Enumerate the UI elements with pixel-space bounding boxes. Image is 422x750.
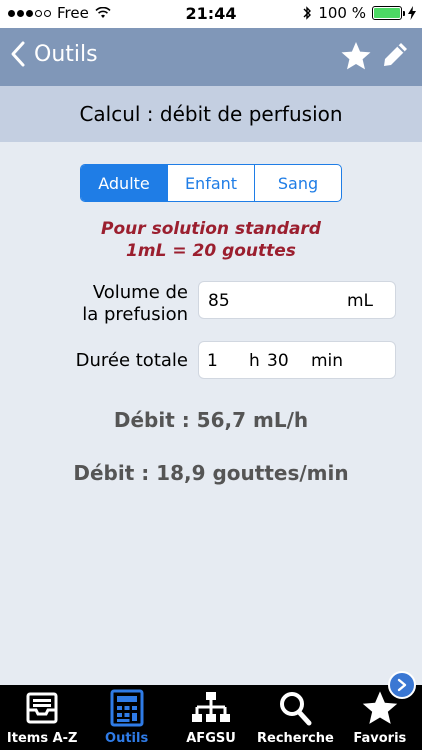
duree-label: Durée totale	[75, 350, 188, 371]
battery-label: 100 %	[318, 4, 366, 22]
back-button[interactable]: Outils	[10, 40, 98, 68]
status-right: 100 %	[302, 4, 416, 22]
duree-minutes-value: 30	[267, 351, 289, 371]
search-icon	[280, 692, 312, 726]
page-title: Calcul : débit de perfusion	[0, 86, 422, 142]
next-button[interactable]	[388, 671, 416, 699]
duree-field[interactable]: 1 h 30 min	[198, 341, 396, 379]
result-debit-gouttes: Débit : 18,9 gouttes/min	[73, 461, 349, 485]
tab-afgsu[interactable]: AFGSU	[169, 685, 253, 750]
bluetooth-icon	[303, 6, 312, 20]
tab-label-recherche: Recherche	[257, 731, 334, 746]
nav-bar: Outils	[0, 28, 422, 86]
volume-label-line-1: Volume de	[92, 282, 188, 303]
star-icon	[341, 42, 371, 70]
favorite-button[interactable]	[340, 40, 372, 76]
back-label: Outils	[34, 41, 98, 67]
patient-type-segmented-control: Adulte Enfant Sang	[80, 164, 342, 202]
chevron-left-icon	[11, 41, 25, 67]
standard-solution-notice: Pour solution standard 1mL = 20 gouttes	[0, 218, 422, 262]
calculator-icon	[110, 689, 144, 727]
segment-adulte[interactable]: Adulte	[81, 165, 168, 201]
segment-sang[interactable]: Sang	[255, 165, 341, 201]
result-debit-ml: Débit : 56,7 mL/h	[113, 408, 309, 432]
battery-icon	[372, 6, 405, 20]
tab-items-a-z[interactable]: Items A-Z	[0, 685, 84, 750]
status-bar: Free 21:44 100 %	[0, 0, 422, 28]
tab-label-favoris: Favoris	[353, 731, 407, 746]
tab-outils[interactable]: Outils	[84, 685, 168, 750]
pencil-icon	[384, 43, 407, 66]
chevron-right-icon	[397, 678, 407, 692]
volume-field[interactable]: 85 mL	[198, 281, 396, 319]
duree-hours-unit: h	[249, 351, 260, 371]
tab-label-outils: Outils	[105, 731, 149, 746]
inbox-icon	[26, 692, 58, 724]
hierarchy-icon	[192, 692, 231, 722]
volume-unit: mL	[347, 291, 374, 311]
tab-recherche[interactable]: Recherche	[253, 685, 337, 750]
tab-label-afgsu: AFGSU	[186, 731, 236, 746]
charging-icon	[408, 6, 416, 20]
volume-value: 85	[208, 291, 230, 311]
segment-enfant[interactable]: Enfant	[168, 165, 255, 201]
notice-line-1: Pour solution standard	[101, 219, 321, 239]
volume-label-line-2: la prefusion	[82, 304, 188, 325]
tab-label-items-a-z: Items A-Z	[6, 731, 78, 746]
volume-label: Volume de la prefusion	[30, 282, 188, 326]
notice-line-2: 1mL = 20 gouttes	[126, 241, 296, 261]
edit-button[interactable]	[380, 40, 410, 74]
duree-minutes-unit: min	[311, 351, 344, 371]
duree-hours-value: 1	[207, 351, 218, 371]
tab-bar: Items A-Z Outils AFGSU Recherche Favoris	[0, 685, 422, 750]
